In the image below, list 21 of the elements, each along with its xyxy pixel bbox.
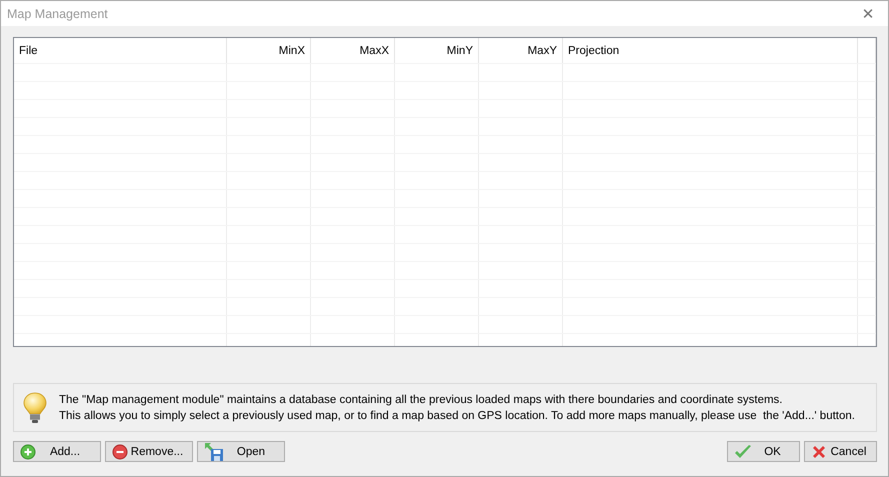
plus-icon — [20, 444, 36, 460]
remove-button[interactable]: Remove... — [105, 441, 193, 462]
column-header[interactable]: File — [19, 44, 38, 56]
lightbulb-icon — [23, 392, 47, 424]
open-button[interactable]: Open — [197, 441, 285, 462]
close-icon — [811, 444, 827, 460]
info-text: This allows you to simply select a previously used map, or to find a map based on GPS location. To add more maps manually, please use the 'Add...' button. — [59, 408, 855, 424]
ok-button[interactable]: OK — [727, 441, 800, 462]
column-header[interactable]: Projection — [568, 44, 620, 56]
add-button[interactable]: Add... — [13, 441, 101, 462]
info-text: The "Map management module" maintains a database containing all the previous loaded maps with there boundaries and coordinate systems. — [59, 392, 784, 408]
floppy-icon — [204, 442, 224, 462]
column-header[interactable]: MinY — [446, 44, 473, 56]
column-header[interactable]: MaxY — [528, 44, 557, 56]
minus-icon — [112, 444, 128, 460]
window-title: Map Management — [7, 6, 108, 20]
close-button[interactable]: ✕ — [848, 1, 888, 26]
column-header[interactable]: MinX — [278, 44, 305, 56]
column-header[interactable]: MaxX — [360, 44, 389, 56]
checkmark-icon — [734, 444, 752, 460]
cancel-button[interactable]: Cancel — [804, 441, 877, 462]
